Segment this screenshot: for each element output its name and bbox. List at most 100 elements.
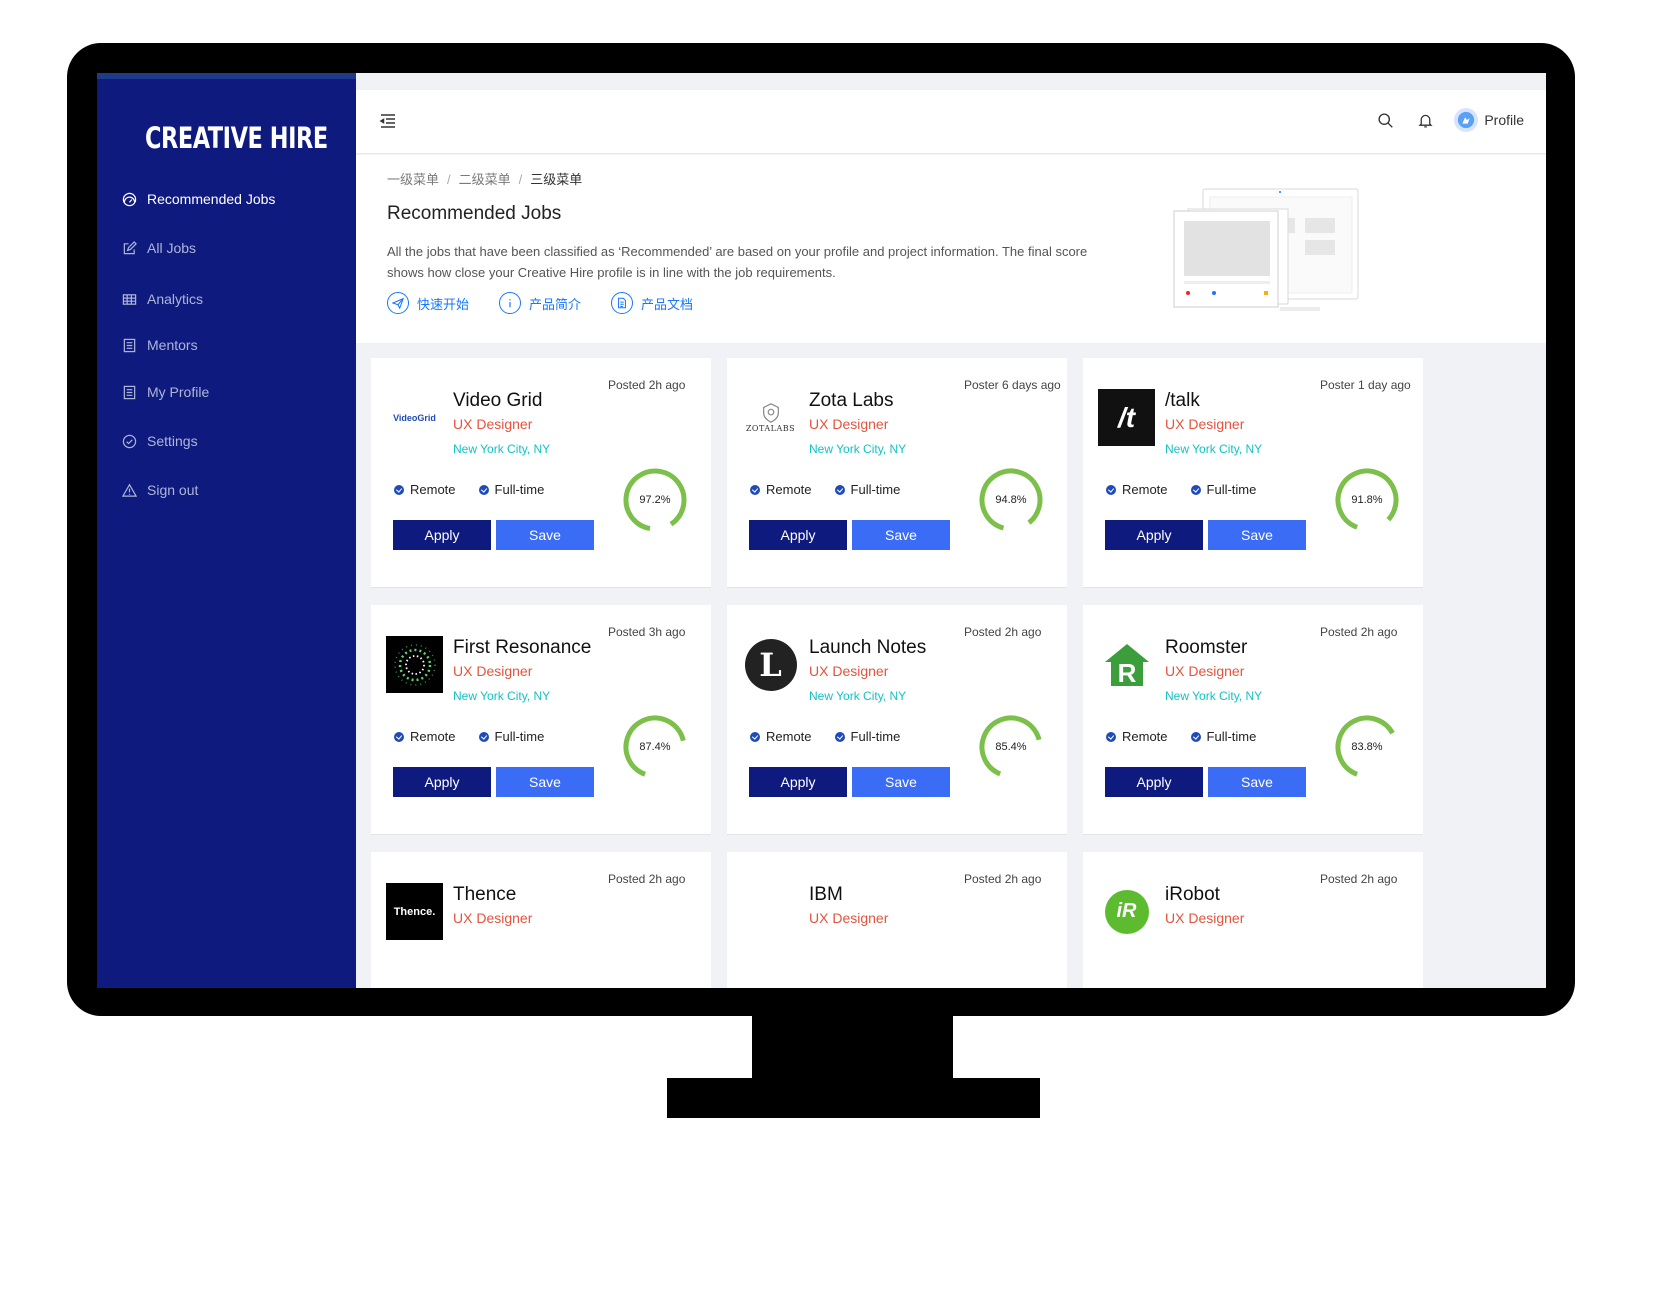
tag-label: Remote <box>410 729 456 744</box>
sidebar-item-settings[interactable]: Settings <box>97 427 356 455</box>
job-card: Posted 2h ago IBM UX Designer <box>727 852 1067 988</box>
search-icon[interactable] <box>1374 109 1396 131</box>
job-tags: Remote Full-time <box>394 482 544 497</box>
tag-remote: Remote <box>1106 482 1168 497</box>
breadcrumb-item[interactable]: 一级菜单 <box>387 172 439 187</box>
apply-button[interactable]: Apply <box>749 767 847 797</box>
company-logo-text: VideoGrid <box>393 412 436 423</box>
company-name[interactable]: iRobot <box>1165 884 1220 906</box>
job-tags: Remote Full-time <box>750 729 900 744</box>
company-name[interactable]: Zota Labs <box>809 390 894 412</box>
company-logo-text: /t <box>1117 401 1136 433</box>
app-logo: CREATIVE HIRE <box>145 121 328 155</box>
check-badge-icon <box>834 731 845 742</box>
breadcrumb-item[interactable]: 二级菜单 <box>459 172 511 187</box>
tag-full-time: Full-time <box>478 729 545 744</box>
job-role: UX Designer <box>453 416 533 432</box>
resonance-rings-icon <box>393 643 436 686</box>
sidebar-nav: Recommended Jobs All Jobs Analytics Ment… <box>97 185 356 504</box>
tag-label: Full-time <box>494 729 545 744</box>
apply-button[interactable]: Apply <box>393 767 491 797</box>
link-label: 快速开始 <box>417 296 470 312</box>
job-location: New York City, NY <box>453 442 551 456</box>
job-card: Poster 1 day ago /t /talk UX Designer Ne… <box>1083 358 1423 588</box>
tag-full-time: Full-time <box>834 482 900 497</box>
tag-remote: Remote <box>750 482 812 497</box>
tag-label: Remote <box>766 729 812 744</box>
page-description: All the jobs that have been classified a… <box>387 244 1088 280</box>
product-docs-link[interactable]: 产品文档 <box>611 292 693 314</box>
tag-full-time: Full-time <box>1190 482 1256 497</box>
paper-plane-icon <box>387 292 409 314</box>
job-role: UX Designer <box>453 910 533 926</box>
posted-time: Posted 2h ago <box>964 625 1042 639</box>
app-screen: CREATIVE HIRE Recommended Jobs All Jobs … <box>97 73 1546 988</box>
company-name[interactable]: Roomster <box>1165 637 1247 659</box>
apply-button[interactable]: Apply <box>1105 767 1203 797</box>
sidebar-item-all-jobs[interactable]: All Jobs <box>97 234 356 262</box>
company-name[interactable]: IBM <box>809 884 843 906</box>
sidebar-item-mentors[interactable]: Mentors <box>97 331 356 359</box>
posted-time: Poster 6 days ago <box>964 378 1061 392</box>
bell-icon[interactable] <box>1414 109 1436 131</box>
sidebar-item-recommended-jobs[interactable]: Recommended Jobs <box>97 185 356 213</box>
job-card: Poster 6 days ago ZOTALABS Zota Labs UX … <box>727 358 1067 588</box>
avatar <box>1454 108 1479 132</box>
check-badge-icon <box>750 731 760 742</box>
apply-button[interactable]: Apply <box>393 520 491 550</box>
job-role: UX Designer <box>1165 416 1245 432</box>
save-button[interactable]: Save <box>1208 520 1306 550</box>
company-name[interactable]: /talk <box>1165 390 1200 412</box>
job-card: Posted 2h ago R Roomster UX Designer New… <box>1083 605 1423 835</box>
company-name[interactable]: Video Grid <box>453 390 542 412</box>
posted-time: Posted 2h ago <box>608 378 686 392</box>
profile-menu[interactable]: Profile <box>1454 108 1524 132</box>
monitor-stand-base <box>667 1078 1040 1118</box>
apply-button[interactable]: Apply <box>1105 520 1203 550</box>
company-logo-text: Thence. <box>393 905 436 918</box>
company-logo: /t <box>1098 389 1155 446</box>
company-logo: Thence. <box>386 883 443 940</box>
check-badge-icon <box>1190 484 1201 495</box>
main-content: Profile 一级菜单 / 二级菜单 / 三级菜单 Recommended Jobs … <box>356 73 1546 988</box>
sidebar-item-my-profile[interactable]: My Profile <box>97 378 356 406</box>
company-logo: VideoGrid <box>386 389 443 446</box>
check-badge-icon <box>1190 731 1201 742</box>
sidebar-item-analytics[interactable]: Analytics <box>97 285 356 313</box>
quick-start-link[interactable]: 快速开始 <box>387 292 469 314</box>
sidebar-item-sign-out[interactable]: Sign out <box>97 476 356 504</box>
save-button[interactable]: Save <box>496 520 594 550</box>
sidebar-item-label: My Profile <box>147 384 210 400</box>
company-logo-text: L <box>744 638 797 691</box>
top-bar: Profile <box>356 90 1546 154</box>
tag-label: Remote <box>766 482 812 497</box>
sidebar: CREATIVE HIRE Recommended Jobs All Jobs … <box>97 73 356 988</box>
zota-shield-icon <box>762 403 779 423</box>
job-location: New York City, NY <box>453 689 551 703</box>
save-button[interactable]: Save <box>852 520 950 550</box>
breadcrumb-separator: / <box>518 172 523 187</box>
tag-remote: Remote <box>394 729 456 744</box>
save-button[interactable]: Save <box>1208 767 1306 797</box>
save-button[interactable]: Save <box>496 767 594 797</box>
company-name[interactable]: Thence <box>453 884 516 906</box>
monitor-stand-neck <box>752 1014 953 1080</box>
apply-button[interactable]: Apply <box>749 520 847 550</box>
dashboard-illustration <box>1173 188 1359 311</box>
roomster-house-icon: R <box>1104 643 1149 688</box>
check-circle-icon <box>121 433 137 449</box>
tag-label: Full-time <box>1206 729 1257 744</box>
edit-icon <box>121 240 137 256</box>
tag-label: Remote <box>1122 729 1168 744</box>
check-badge-icon <box>1106 484 1116 495</box>
product-intro-link[interactable]: 产品简介 <box>499 292 581 314</box>
company-name[interactable]: First Resonance <box>453 637 591 659</box>
save-button[interactable]: Save <box>852 767 950 797</box>
sidebar-item-label: Analytics <box>147 291 204 307</box>
top-bar-actions: Profile <box>1374 108 1524 132</box>
tag-full-time: Full-time <box>478 482 544 497</box>
menu-fold-icon[interactable] <box>378 111 398 131</box>
company-logo-text: iR <box>1104 889 1149 934</box>
company-name[interactable]: Launch Notes <box>809 637 926 659</box>
sidebar-item-label: Sign out <box>147 482 199 498</box>
